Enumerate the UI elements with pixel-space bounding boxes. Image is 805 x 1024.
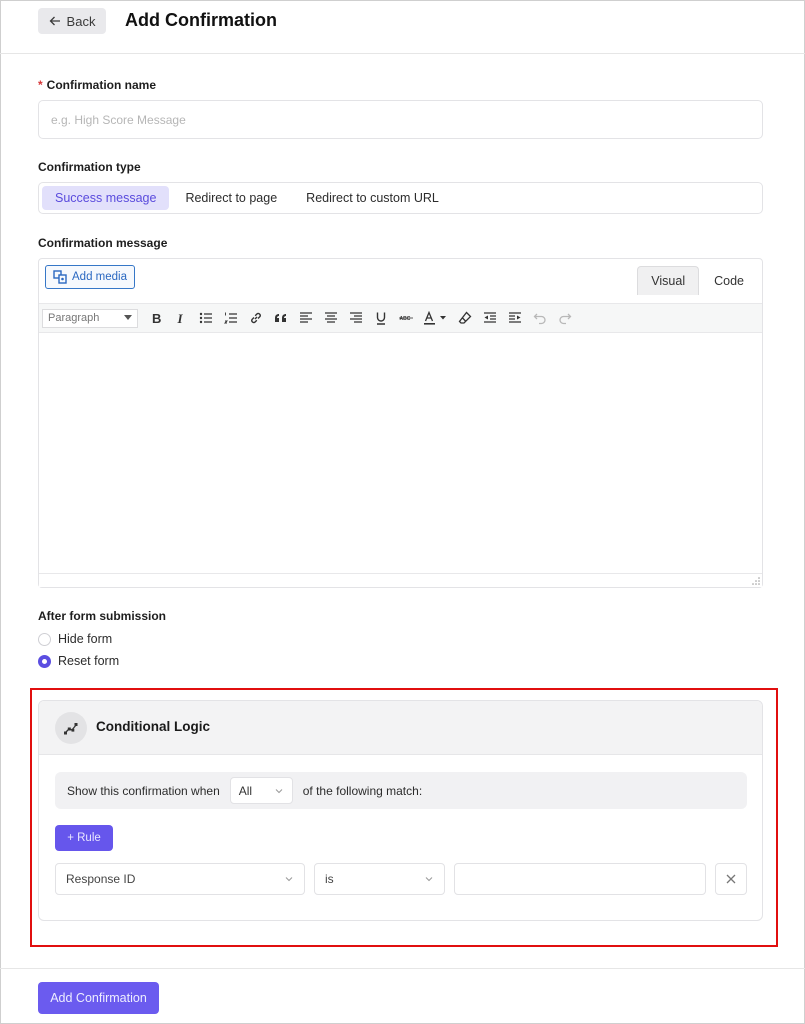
svg-text:B: B bbox=[152, 311, 161, 325]
link-icon[interactable] bbox=[243, 307, 268, 329]
editor-content-area[interactable] bbox=[39, 333, 762, 573]
tab-code[interactable]: Code bbox=[701, 266, 757, 295]
italic-icon[interactable]: I bbox=[168, 307, 193, 329]
match-type-select[interactable]: All bbox=[229, 777, 293, 804]
match-suffix-text: of the following match: bbox=[302, 783, 423, 798]
conditional-logic-panel: Conditional Logic Show this confirmation… bbox=[38, 700, 763, 921]
indent-icon[interactable] bbox=[502, 307, 527, 329]
add-media-button[interactable]: Add media bbox=[45, 265, 135, 289]
after-submission-label: After form submission bbox=[38, 609, 167, 623]
match-condition-bar: Show this confirmation when All of the f… bbox=[55, 772, 747, 809]
rule-field-select[interactable]: Response ID bbox=[55, 863, 305, 895]
top-bar: Back Add Confirmation bbox=[0, 0, 805, 54]
editor-status-bar bbox=[39, 573, 762, 587]
radio-hide-form-label: Hide form bbox=[58, 632, 113, 646]
outdent-icon[interactable] bbox=[477, 307, 502, 329]
resize-handle-icon[interactable] bbox=[752, 577, 760, 585]
bullet-list-icon[interactable] bbox=[193, 307, 218, 329]
tab-visual[interactable]: Visual bbox=[637, 266, 700, 295]
conditional-logic-title: Conditional Logic bbox=[96, 719, 210, 734]
format-select-value: Paragraph bbox=[48, 312, 100, 324]
type-option-success-message[interactable]: Success message bbox=[42, 186, 170, 210]
radio-button-checked[interactable] bbox=[38, 654, 51, 668]
add-rule-button[interactable]: + Rule bbox=[55, 825, 113, 851]
add-confirmation-button[interactable]: Add Confirmation bbox=[38, 982, 159, 1014]
page-title: Add Confirmation bbox=[125, 10, 277, 30]
text-color-icon[interactable] bbox=[418, 307, 452, 329]
conditional-logic-header: Conditional Logic bbox=[39, 701, 762, 755]
back-label: Back bbox=[66, 13, 96, 29]
close-icon bbox=[726, 874, 736, 884]
align-center-icon[interactable] bbox=[318, 307, 343, 329]
redo-icon[interactable] bbox=[552, 307, 577, 329]
chevron-down-icon bbox=[425, 877, 433, 882]
format-select[interactable]: Paragraph bbox=[42, 308, 138, 328]
match-type-value: All bbox=[238, 783, 253, 798]
radio-reset-form[interactable]: Reset form bbox=[38, 654, 119, 668]
svg-text:I: I bbox=[176, 311, 183, 325]
back-button[interactable]: Back bbox=[38, 8, 106, 34]
conditional-logic-icon bbox=[55, 712, 87, 744]
arrow-left-icon bbox=[49, 16, 60, 26]
add-media-icon bbox=[53, 270, 67, 284]
confirmation-name-label-text: Confirmation name bbox=[46, 78, 157, 92]
align-left-icon[interactable] bbox=[293, 307, 318, 329]
align-right-icon[interactable] bbox=[343, 307, 368, 329]
radio-hide-form[interactable]: Hide form bbox=[38, 632, 112, 646]
svg-text:ABC: ABC bbox=[399, 316, 410, 322]
confirmation-type-label: Confirmation type bbox=[38, 160, 141, 174]
underline-icon[interactable] bbox=[368, 307, 393, 329]
type-option-redirect-to-custom-url[interactable]: Redirect to custom URL bbox=[293, 186, 452, 210]
remove-rule-button[interactable] bbox=[715, 863, 747, 895]
rule-field-value: Response ID bbox=[66, 872, 136, 886]
confirmation-message-label: Confirmation message bbox=[38, 236, 168, 250]
undo-icon[interactable] bbox=[527, 307, 552, 329]
required-marker: * bbox=[38, 78, 43, 92]
rule-operator-select[interactable]: is bbox=[314, 863, 445, 895]
rule-value-input[interactable] bbox=[454, 863, 706, 895]
rich-text-editor: Add media Visual Code Paragraph B I ABC bbox=[38, 258, 763, 588]
confirmation-name-input[interactable] bbox=[38, 100, 763, 139]
confirmation-type-selector: Success message Redirect to page Redirec… bbox=[38, 182, 763, 214]
editor-toolbar: Paragraph B I ABC bbox=[39, 303, 762, 333]
numbered-list-icon[interactable] bbox=[218, 307, 243, 329]
type-option-redirect-to-page[interactable]: Redirect to page bbox=[172, 186, 290, 210]
add-media-label: Add media bbox=[72, 271, 127, 283]
chevron-down-icon bbox=[285, 877, 293, 882]
bold-icon[interactable]: B bbox=[143, 307, 168, 329]
chevron-down-icon bbox=[275, 788, 283, 793]
strikethrough-icon[interactable]: ABC bbox=[393, 307, 418, 329]
rule-operator-value: is bbox=[325, 872, 334, 886]
editor-mode-tabs: Visual Code bbox=[637, 266, 757, 295]
radio-reset-form-label: Reset form bbox=[58, 654, 120, 668]
clear-formatting-icon[interactable] bbox=[452, 307, 477, 329]
confirmation-name-label: * Confirmation name bbox=[38, 78, 156, 92]
blockquote-icon[interactable] bbox=[268, 307, 293, 329]
radio-button[interactable] bbox=[38, 632, 51, 646]
match-prefix-text: Show this confirmation when bbox=[67, 783, 220, 798]
footer-bar: Add Confirmation bbox=[0, 968, 805, 1024]
caret-down-icon bbox=[124, 315, 132, 320]
